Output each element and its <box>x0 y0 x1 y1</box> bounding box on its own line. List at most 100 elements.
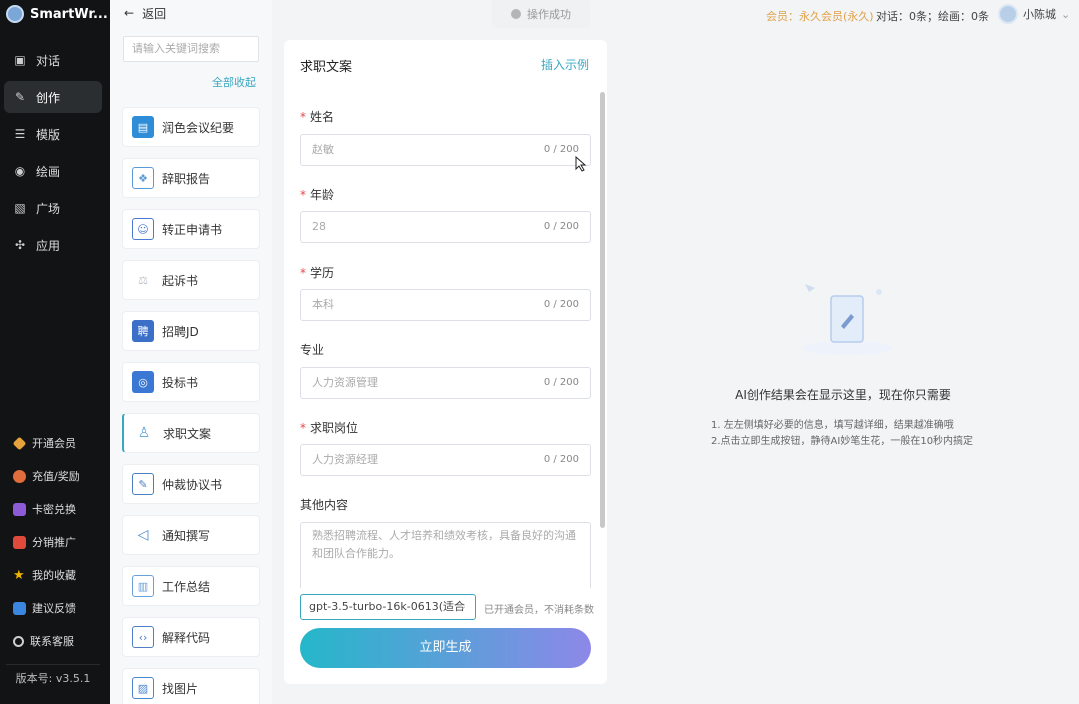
field-label-education: * 学历 <box>300 266 335 280</box>
tool-label: 润色会议纪要 <box>162 120 235 135</box>
nav-item-drawing[interactable]: ◉ 绘画 <box>4 155 102 187</box>
tool-label: 解释代码 <box>162 630 211 645</box>
generate-button[interactable]: 立即生成 <box>300 628 591 668</box>
nav-item-label: 绘画 <box>36 164 61 179</box>
nav-item-card-redeem[interactable]: 卡密兑换 <box>0 498 110 520</box>
back-button[interactable]: ← 返回 <box>124 4 166 22</box>
collapse-all-link[interactable]: 全部收起 <box>212 74 256 90</box>
field-label-major: 专业 <box>300 343 325 357</box>
nav-item-create[interactable]: ✎ 创作 <box>4 81 102 113</box>
tool-item[interactable]: ⚖ 起诉书 <box>122 260 260 300</box>
field-label-position: * 求职岗位 <box>300 421 359 435</box>
success-toast: 操作成功 <box>492 0 590 28</box>
result-area: AI创作结果会在显示这里，现在你只需要 1. 左左侧填好必要的信息，填写越详细，… <box>607 30 1079 704</box>
result-hint-2: 2.点击立即生成按钮，静待AI妙笔生花，一般在10秒内搞定 <box>711 436 974 447</box>
main-nav: ▣ 对话 ✎ 创作 ☰ 模版 ◉ 绘画 ▧ 广场 ✣ 应用 <box>0 44 110 266</box>
tool-item[interactable]: ❖ 辞职报告 <box>122 158 260 198</box>
pen-icon: ✎ <box>14 90 26 104</box>
nav-item-recharge[interactable]: 充值/奖励 <box>0 465 110 487</box>
recruit-icon: 聘 <box>132 320 154 342</box>
image-icon: ▧ <box>14 201 26 215</box>
toast-text: 操作成功 <box>527 8 571 21</box>
chevron-down-icon: ⌄ <box>458 601 467 612</box>
nav-item-label: 对话 <box>36 53 61 68</box>
insert-example-link[interactable]: 插入示例 <box>541 56 589 73</box>
check-circle-icon <box>511 9 521 19</box>
form-scrollbar[interactable] <box>600 92 605 528</box>
position-placeholder: 人力资源经理 <box>312 453 378 466</box>
nav-item-apps[interactable]: ✣ 应用 <box>4 229 102 261</box>
nav-item-templates[interactable]: ☰ 模版 <box>4 118 102 150</box>
nav-item-distribution[interactable]: 分销推广 <box>0 531 110 553</box>
tool-item[interactable]: ▨ 找图片 <box>122 668 260 704</box>
nav-item-feedback[interactable]: 建议反馈 <box>0 597 110 619</box>
tool-label: 仲裁协议书 <box>162 477 223 492</box>
nav-item-membership[interactable]: 开通会员 <box>0 432 110 454</box>
nav-item-favorites[interactable]: ★ 我的收藏 <box>0 564 110 586</box>
nav-item-label: 我的收藏 <box>32 569 76 582</box>
tool-list: ▤ 润色会议纪要 ❖ 辞职报告 ☺ 转正申请书 ⚖ 起诉书 聘 招聘JD ◎ 投… <box>122 107 260 704</box>
major-input[interactable]: 人力资源管理 0 / 200 <box>300 367 591 399</box>
nav-item-chat[interactable]: ▣ 对话 <box>4 44 102 76</box>
brand[interactable]: SmartWr... <box>6 4 108 24</box>
star-icon: ★ <box>13 567 25 583</box>
other-content-textarea[interactable]: 熟悉招聘流程、人才培养和绩效考核，具备良好的沟通和团队合作能力。 <box>300 522 591 588</box>
nav-item-label: 广场 <box>36 201 61 216</box>
empty-document-illustration-icon <box>801 284 893 355</box>
tool-label: 招聘JD <box>162 324 199 339</box>
usage-counts: 对话：0条；绘画：0条 <box>876 10 989 23</box>
tool-item[interactable]: ◁ 通知撰写 <box>122 515 260 555</box>
education-input[interactable]: 本科 0 / 200 <box>300 289 591 321</box>
chevron-down-icon: ⌄ <box>1061 7 1071 21</box>
form-card: 求职文案 插入示例 * 姓名 赵敏 0 / 200 * 年龄 28 0 / 200 … <box>284 40 607 684</box>
char-counter: 0 / 200 <box>543 221 579 232</box>
name-placeholder: 赵敏 <box>312 143 334 156</box>
nav-item-square[interactable]: ▧ 广场 <box>4 192 102 224</box>
tool-item-active[interactable]: ♙ 求职文案 <box>122 413 260 453</box>
speaker-icon: ◁ <box>132 524 154 546</box>
tool-item[interactable]: ▥ 工作总结 <box>122 566 260 606</box>
mouse-cursor-icon <box>575 156 587 172</box>
position-input[interactable]: 人力资源经理 0 / 200 <box>300 444 591 476</box>
main-sidebar: SmartWr... ▣ 对话 ✎ 创作 ☰ 模版 ◉ 绘画 ▧ 广场 ✣ 应用 <box>0 0 110 704</box>
tool-item[interactable]: ▤ 润色会议纪要 <box>122 107 260 147</box>
brand-logo-icon <box>6 5 24 23</box>
tool-label: 投标书 <box>162 375 199 390</box>
nav-item-label: 分销推广 <box>32 536 76 549</box>
tool-item[interactable]: ☺ 转正申请书 <box>122 209 260 249</box>
major-placeholder: 人力资源管理 <box>312 376 378 389</box>
nav-item-label: 创作 <box>36 90 61 105</box>
education-placeholder: 本科 <box>312 298 334 311</box>
result-hint-1: 1. 左左侧填好必要的信息，填写越详细，结果越准确哦 <box>711 420 954 431</box>
notebook-icon: ▤ <box>132 116 154 138</box>
char-counter: 0 / 200 <box>543 377 579 388</box>
age-input[interactable]: 28 0 / 200 <box>300 211 591 243</box>
name-input[interactable]: 赵敏 0 / 200 <box>300 134 591 166</box>
nav-item-label: 联系客服 <box>30 635 74 648</box>
brand-name: SmartWr... <box>30 6 108 22</box>
diamond-icon <box>12 436 27 450</box>
report-icon: ❖ <box>132 167 154 189</box>
avatar <box>998 4 1018 24</box>
tool-label: 起诉书 <box>162 273 199 288</box>
nav-item-label: 卡密兑换 <box>32 503 76 516</box>
tool-label: 找图片 <box>162 681 199 696</box>
model-note: 已开通会员，不消耗条数 <box>484 605 594 616</box>
bar-chart-icon: ▥ <box>132 575 154 597</box>
tool-item[interactable]: ✎ 仲裁协议书 <box>122 464 260 504</box>
nav-item-support[interactable]: 联系客服 <box>0 630 110 652</box>
tool-label: 辞职报告 <box>162 171 211 186</box>
tool-item[interactable]: 聘 招聘JD <box>122 311 260 351</box>
user-menu[interactable]: 小陈城 ⌄ <box>998 4 1070 24</box>
target-icon: ◎ <box>132 371 154 393</box>
tool-item[interactable]: ◎ 投标书 <box>122 362 260 402</box>
id-card-icon: ☺ <box>132 218 154 240</box>
network-icon <box>13 535 26 549</box>
card-icon <box>13 502 26 516</box>
tool-search-input[interactable]: 请输入关键词搜索 <box>123 36 259 62</box>
model-select[interactable]: gpt-3.5-turbo-16k-0613(适合 ⌄ <box>300 594 476 620</box>
nav-item-label: 开通会员 <box>32 437 76 450</box>
age-placeholder: 28 <box>312 220 326 233</box>
char-counter: 0 / 200 <box>543 454 579 465</box>
tool-item[interactable]: ‹› 解释代码 <box>122 617 260 657</box>
